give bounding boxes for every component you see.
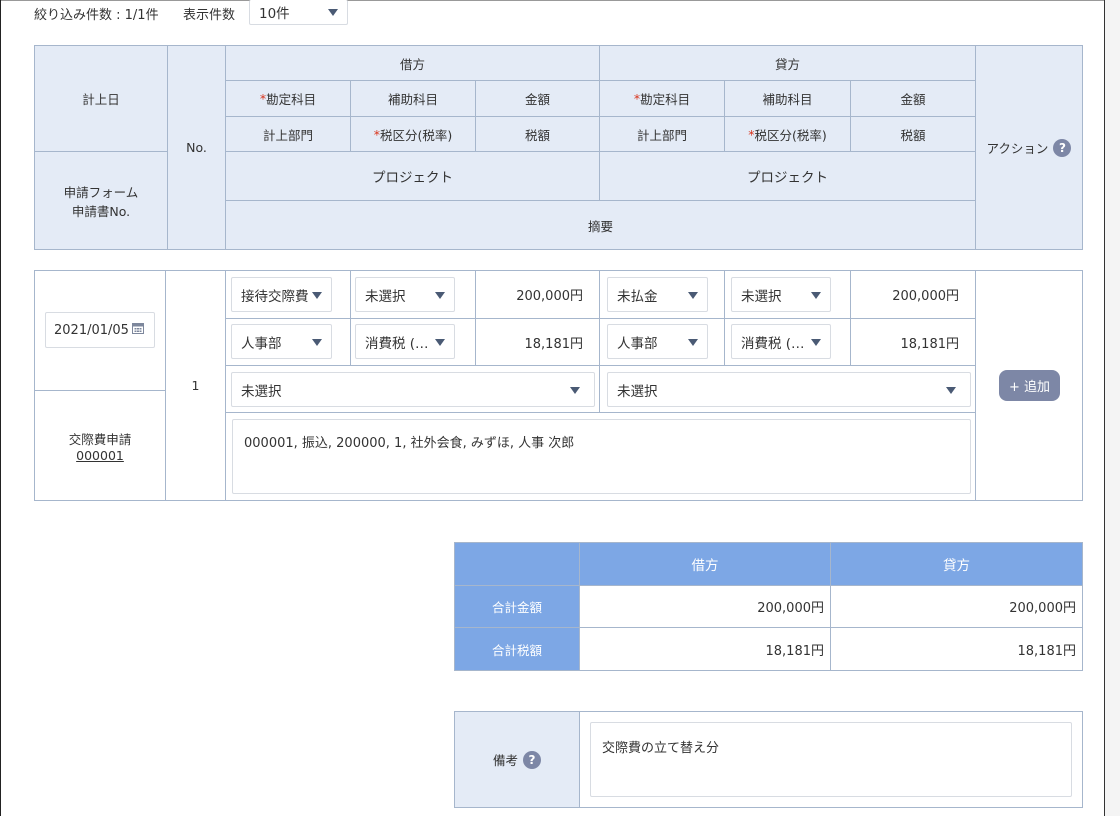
chevron-down-icon <box>328 9 338 16</box>
debit-tax-class-select[interactable]: 消費税 (… <box>355 324 455 359</box>
total-debit-tax: 18,181円 <box>579 627 831 671</box>
question-icon[interactable]: ? <box>523 750 541 769</box>
action-header-label: アクション <box>986 141 1049 156</box>
chevron-down-icon <box>435 338 445 346</box>
debit-tax-class-header: * 税区分(税率) <box>350 116 476 152</box>
remarks-header: 備考 ? <box>454 711 580 808</box>
debit-department-header: 計上部門 <box>225 116 351 152</box>
credit-project-select[interactable]: 未選択 <box>607 372 971 407</box>
chevron-down-icon <box>312 338 322 346</box>
totals-corner <box>454 542 580 586</box>
filter-count-text: 絞り込み件数 : 1/1件 <box>34 8 159 23</box>
credit-project-header: プロジェクト <box>599 151 976 201</box>
total-tax-label: 合計税額 <box>454 627 580 671</box>
calendar-icon[interactable] <box>132 322 144 334</box>
form-no-link[interactable]: 000001 <box>76 448 124 463</box>
debit-project-select[interactable]: 未選択 <box>231 372 595 407</box>
debit-tax-class-header-label: 税区分(税率) <box>379 127 453 143</box>
credit-department-value: 人事部 <box>617 335 658 352</box>
summary-textarea[interactable]: 000001, 振込, 200000, 1, 社外会食, みずほ, 人事 次郎 <box>232 419 971 494</box>
question-icon[interactable]: ? <box>1053 138 1072 157</box>
debit-account-value: 接待交際費 <box>241 288 309 305</box>
credit-tax-amount-header: 税額 <box>850 116 976 152</box>
total-credit-amount: 200,000円 <box>830 585 1083 628</box>
total-credit-tax: 18,181円 <box>830 627 1083 671</box>
credit-project-value: 未選択 <box>617 383 658 400</box>
totals-credit-header: 貸方 <box>830 542 1083 586</box>
remarks-textarea[interactable]: 交際費の立て替え分 <box>590 722 1072 797</box>
credit-tax-class-header-label: 税区分(税率) <box>754 127 827 143</box>
credit-sub-account-header: 補助科目 <box>724 80 851 117</box>
credit-amount: 200,000円 <box>850 270 976 319</box>
credit-tax-amount: 18,181円 <box>850 318 976 366</box>
debit-sub-account-value: 未選択 <box>365 288 406 305</box>
credit-department-select[interactable]: 人事部 <box>607 324 708 359</box>
totals-debit-header: 借方 <box>579 542 831 586</box>
action-header: アクション ? <box>975 45 1083 250</box>
credit-sub-account-select[interactable]: 未選択 <box>731 277 831 312</box>
debit-project-value: 未選択 <box>241 383 282 400</box>
chevron-down-icon <box>688 338 698 346</box>
credit-amount-header: 金額 <box>850 80 976 117</box>
form-header-line2: 申請書No. <box>71 203 131 219</box>
debit-sub-account-select[interactable]: 未選択 <box>355 277 455 312</box>
chevron-down-icon <box>811 291 821 299</box>
chevron-down-icon <box>688 291 698 299</box>
credit-tax-class-value: 消費税 (… <box>741 335 805 352</box>
debit-department-select[interactable]: 人事部 <box>231 324 332 359</box>
form-header-line1: 申請フォーム <box>63 184 139 200</box>
date-value: 2021/01/05 <box>54 322 129 338</box>
summary-header: 摘要 <box>225 200 976 250</box>
form-name: 交際費申請 <box>68 431 132 447</box>
total-debit-amount: 200,000円 <box>579 585 831 628</box>
remarks-label: 備考 <box>492 753 518 768</box>
record-date-header: 計上日 <box>34 45 168 152</box>
debit-department-value: 人事部 <box>241 335 282 352</box>
chevron-down-icon <box>570 386 580 394</box>
credit-account-header: * 勘定科目 <box>599 80 725 117</box>
credit-tax-class-select[interactable]: 消費税 (… <box>731 324 831 359</box>
debit-amount: 200,000円 <box>475 270 600 319</box>
scrollbar-track[interactable] <box>1105 0 1120 816</box>
display-count-select[interactable]: 10件 <box>249 0 348 25</box>
chevron-down-icon <box>435 291 445 299</box>
window-top-border <box>0 0 1105 1</box>
credit-sub-account-value: 未選択 <box>741 288 782 305</box>
window-left-border <box>0 0 1 816</box>
credit-department-header: 計上部門 <box>599 116 725 152</box>
form-cell: 交際費申請 000001 <box>34 390 166 501</box>
display-count-value: 10件 <box>259 6 290 22</box>
add-button[interactable]: + 追加 <box>999 370 1060 401</box>
credit-account-value: 未払金 <box>617 288 658 305</box>
credit-header: 貸方 <box>599 45 976 81</box>
debit-amount-header: 金額 <box>475 80 600 117</box>
display-count-label: 表示件数 <box>183 8 236 23</box>
debit-account-header: * 勘定科目 <box>225 80 351 117</box>
row-no: 1 <box>165 270 226 501</box>
debit-account-select[interactable]: 接待交際費 <box>231 277 332 312</box>
debit-sub-account-header: 補助科目 <box>350 80 476 117</box>
debit-tax-amount-header: 税額 <box>475 116 600 152</box>
chevron-down-icon <box>811 338 821 346</box>
debit-header: 借方 <box>225 45 600 81</box>
credit-account-header-label: 勘定科目 <box>640 92 691 107</box>
debit-tax-class-value: 消費税 (… <box>365 335 429 352</box>
date-picker-input[interactable]: 2021/01/05 <box>45 312 155 348</box>
credit-account-select[interactable]: 未払金 <box>607 277 708 312</box>
chevron-down-icon <box>312 291 322 299</box>
debit-tax-amount: 18,181円 <box>475 318 600 366</box>
debit-account-header-label: 勘定科目 <box>266 92 317 107</box>
total-amount-label: 合計金額 <box>454 585 580 628</box>
form-header: 申請フォーム 申請書No. <box>34 151 168 250</box>
no-header: No. <box>167 45 226 250</box>
chevron-down-icon <box>946 386 956 394</box>
debit-project-header: プロジェクト <box>225 151 600 201</box>
credit-tax-class-header: * 税区分(税率) <box>724 116 851 152</box>
